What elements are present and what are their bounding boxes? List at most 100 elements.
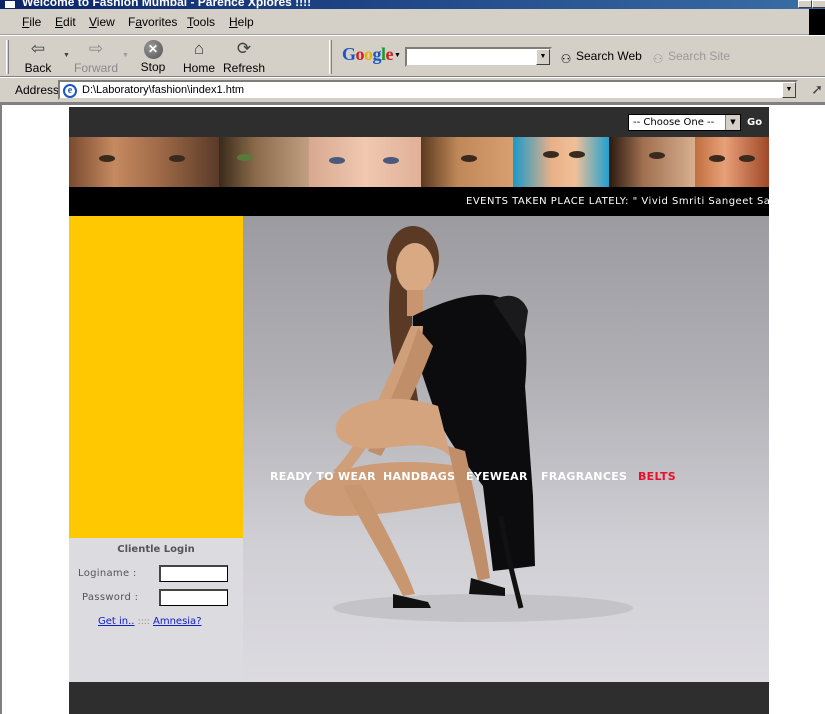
refresh-icon: ⟳ xyxy=(236,39,252,58)
nav-fragrances[interactable]: FRAGRANCES xyxy=(541,470,627,483)
face-photo-6 xyxy=(609,137,695,187)
menu-help[interactable]: Help xyxy=(229,15,254,29)
go-button[interactable]: Go xyxy=(747,117,762,128)
link-separator: :::: xyxy=(137,617,150,627)
stop-label: Stop xyxy=(140,60,166,74)
fashion-site: -- Choose One -- ▼ Go EVENTS TAKEN PLACE… xyxy=(69,107,769,714)
yellow-panel xyxy=(69,216,243,538)
address-bar: Address e D:\Laboratory\fashion\index1.h… xyxy=(0,77,825,103)
refresh-button[interactable]: ⟳ Refresh xyxy=(222,38,266,76)
face-photo-7 xyxy=(695,137,769,187)
site-footer-bar xyxy=(69,682,769,714)
model-photo xyxy=(243,216,769,682)
loginname-input[interactable] xyxy=(159,565,228,582)
face-eye xyxy=(709,155,725,162)
maximize-button[interactable] xyxy=(798,0,812,8)
face-eye xyxy=(739,155,755,162)
site-top-bar: -- Choose One -- ▼ Go xyxy=(69,107,769,137)
menu-bar: File Edit View Favorites Tools Help xyxy=(0,9,825,35)
model-neck xyxy=(407,290,423,316)
face-eye xyxy=(383,157,399,164)
password-input[interactable] xyxy=(159,589,228,606)
login-links: Get in.. :::: Amnesia? xyxy=(98,616,202,627)
menu-file-rest: ile xyxy=(29,15,42,29)
google-logo[interactable]: Google xyxy=(342,44,394,65)
face-eye xyxy=(237,154,253,161)
face-eye xyxy=(99,155,115,162)
go-arrow-icon[interactable]: ➚ xyxy=(811,81,823,98)
face-eye xyxy=(329,157,345,164)
face-photo-2 xyxy=(219,137,309,187)
face-photo-1 xyxy=(69,137,219,187)
floor-shadow xyxy=(333,594,633,622)
google-menu-caret-icon[interactable]: ▼ xyxy=(394,52,401,59)
nav-eyewear[interactable]: EYEWEAR xyxy=(466,470,528,483)
address-label: Address xyxy=(15,83,60,97)
search-site-button[interactable]: ⚇ Search Site xyxy=(650,49,730,66)
refresh-label: Refresh xyxy=(222,61,266,75)
nav-belts[interactable]: BELTS xyxy=(638,470,676,483)
face-eye xyxy=(543,151,559,158)
address-url: D:\Laboratory\fashion\index1.htm xyxy=(82,84,245,96)
search-site-label: Search Site xyxy=(668,49,731,63)
face-eye xyxy=(169,155,185,162)
back-arrow-icon: ⇦ xyxy=(30,39,46,58)
back-label: Back xyxy=(24,61,52,75)
home-icon: ⌂ xyxy=(193,39,205,58)
face-eye xyxy=(569,151,585,158)
ie-icon xyxy=(4,0,16,9)
stop-button[interactable]: ✕ Stop xyxy=(134,38,172,76)
model-face xyxy=(396,243,434,293)
face-eye xyxy=(649,152,665,159)
home-button[interactable]: ⌂ Home xyxy=(178,38,220,76)
events-strip: EVENTS TAKEN PLACE LATELY: " Vivid Smrit… xyxy=(69,187,769,216)
back-dropdown-icon[interactable]: ▼ xyxy=(63,52,70,59)
address-dropdown-icon[interactable]: ▼ xyxy=(782,82,796,98)
standard-toolbar: ⇦ Back ▼ ⇨ Forward ▼ ✕ Stop ⌂ Home ⟳ Ref… xyxy=(0,35,825,77)
model-shoe-right xyxy=(469,578,505,596)
faces-banner xyxy=(69,137,769,187)
site-search-icon: ⚇ xyxy=(652,52,664,66)
nav-handbags[interactable]: HANDBAGS xyxy=(383,470,455,483)
close-button[interactable] xyxy=(812,0,825,8)
menu-file[interactable]: File xyxy=(22,15,41,29)
model-figure xyxy=(304,226,633,622)
choose-one-select[interactable]: -- Choose One -- ▼ xyxy=(628,114,741,131)
password-label: Password : xyxy=(82,592,139,603)
forward-label: Forward xyxy=(73,61,118,75)
nav-ready-to-wear[interactable]: READY TO WEAR xyxy=(270,470,376,483)
login-title: Clientle Login xyxy=(117,544,195,555)
back-button[interactable]: ⇦ Back xyxy=(16,38,60,76)
toolbar-grip[interactable] xyxy=(6,40,9,74)
menu-edit[interactable]: Edit xyxy=(55,15,76,29)
window-titlebar: Welcome to Fashion Mumbai - Parence Xplo… xyxy=(0,0,825,9)
window-title: Welcome to Fashion Mumbai - Parence Xplo… xyxy=(22,0,312,9)
forward-arrow-icon: ⇨ xyxy=(88,39,104,58)
forward-dropdown-icon[interactable]: ▼ xyxy=(122,52,129,59)
search-web-button[interactable]: ⚇ Search Web xyxy=(558,49,642,66)
client-login-panel: Clientle Login Loginame : Password : xyxy=(69,538,243,682)
google-toolbar-grip[interactable] xyxy=(329,40,332,74)
face-eye xyxy=(461,155,477,162)
address-input[interactable]: e D:\Laboratory\fashion\index1.htm ▼ xyxy=(58,80,798,100)
menu-view[interactable]: View xyxy=(89,15,115,29)
events-marquee: EVENTS TAKEN PLACE LATELY: " Vivid Smrit… xyxy=(466,196,769,207)
stop-icon: ✕ xyxy=(143,40,163,59)
page-globe-icon: e xyxy=(63,84,77,98)
face-photo-4 xyxy=(421,137,513,187)
select-chevron-down-icon: ▼ xyxy=(725,115,740,130)
menu-tools[interactable]: Tools xyxy=(187,15,215,29)
loginname-label: Loginame : xyxy=(78,568,137,579)
google-search-dropdown-icon[interactable]: ▼ xyxy=(536,49,550,65)
amnesia-link[interactable]: Amnesia? xyxy=(153,616,202,627)
forward-button[interactable]: ⇨ Forward xyxy=(72,38,120,76)
menu-favorites[interactable]: Favorites xyxy=(128,15,177,29)
choose-one-value: -- Choose One -- xyxy=(633,117,715,128)
binoculars-icon: ⚇ xyxy=(560,52,572,66)
search-web-label: Search Web xyxy=(576,49,642,63)
google-search-input[interactable]: ▼ xyxy=(405,47,552,67)
face-photo-5 xyxy=(513,137,609,187)
get-in-link[interactable]: Get in.. xyxy=(98,616,134,627)
ie-throbber xyxy=(809,9,825,35)
face-photo-3 xyxy=(309,137,421,187)
